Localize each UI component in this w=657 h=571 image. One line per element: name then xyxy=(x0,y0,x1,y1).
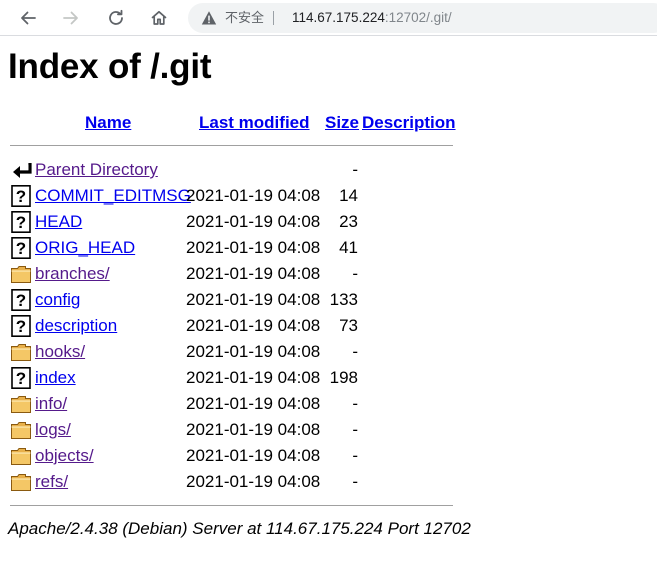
entry-link[interactable]: HEAD xyxy=(35,211,82,233)
list-item: ? config 2021-01-19 04:08 133 xyxy=(10,286,470,312)
home-icon xyxy=(151,10,167,25)
sort-by-size-link[interactable]: Size xyxy=(325,112,359,134)
sort-by-description-link[interactable]: Description xyxy=(362,112,456,134)
last-modified: 2021-01-19 04:08 xyxy=(186,316,321,335)
entry-link[interactable]: info/ xyxy=(35,393,67,415)
folder-icon[interactable] xyxy=(10,419,32,441)
divider xyxy=(273,11,274,25)
list-item: ? index 2021-01-19 04:08 198 xyxy=(10,364,470,390)
entry-link[interactable]: ORIG_HEAD xyxy=(35,237,135,259)
list-item: branches/2021-01-19 04:08 - xyxy=(10,260,470,286)
last-modified: 2021-01-19 04:08 xyxy=(186,264,321,283)
address-bar[interactable]: 不安全 114.67.175.224:12702/.git/ xyxy=(188,3,657,33)
sort-by-name-link[interactable]: Name xyxy=(85,112,131,134)
entry-link[interactable]: hooks/ xyxy=(35,341,85,363)
file-size: 14 xyxy=(339,186,358,205)
unknown-file-icon[interactable]: ? xyxy=(10,315,32,337)
svg-text:?: ? xyxy=(16,291,26,310)
file-size: 23 xyxy=(339,212,358,231)
folder-icon[interactable] xyxy=(10,393,32,415)
entry-link[interactable]: description xyxy=(35,315,117,337)
reload-button[interactable] xyxy=(102,4,130,32)
file-size: - xyxy=(352,342,358,361)
folder-icon[interactable] xyxy=(10,341,32,363)
entry-link[interactable]: Parent Directory xyxy=(35,159,158,181)
entry-link[interactable]: config xyxy=(35,289,80,311)
entry-link[interactable]: logs/ xyxy=(35,419,71,441)
last-modified: 2021-01-19 04:08 xyxy=(186,368,321,387)
entry-link[interactable]: index xyxy=(35,367,76,389)
entry-link[interactable]: objects/ xyxy=(35,445,94,467)
unknown-file-icon[interactable]: ? xyxy=(10,185,32,207)
svg-text:?: ? xyxy=(16,239,26,258)
svg-text:?: ? xyxy=(16,213,26,232)
unknown-file-icon[interactable]: ? xyxy=(10,211,32,233)
folder-icon[interactable] xyxy=(10,445,32,467)
svg-text:?: ? xyxy=(16,369,26,388)
divider xyxy=(10,145,453,146)
last-modified: 2021-01-19 04:08 xyxy=(186,420,321,439)
security-status[interactable]: 不安全 xyxy=(225,9,264,27)
sort-by-last-modified-link[interactable]: Last modified xyxy=(199,112,310,134)
url-host: 114.67.175.224 xyxy=(292,10,385,25)
arrow-right-icon xyxy=(63,11,78,25)
divider xyxy=(10,505,453,506)
url-path: :12702/.git/ xyxy=(384,10,452,25)
last-modified: 2021-01-19 04:08 xyxy=(186,290,321,309)
file-size: 198 xyxy=(329,368,358,387)
last-modified: 2021-01-19 04:08 xyxy=(186,342,321,361)
list-item: info/2021-01-19 04:08 - xyxy=(10,390,470,416)
file-size: - xyxy=(352,472,358,491)
svg-text:?: ? xyxy=(16,187,26,206)
arrow-left-icon xyxy=(21,11,36,25)
list-item: ? description 2021-01-19 04:08 73 xyxy=(10,312,470,338)
last-modified: 2021-01-19 04:08 xyxy=(186,238,321,257)
file-size: 133 xyxy=(329,290,358,309)
home-button[interactable] xyxy=(145,4,173,32)
forward-button[interactable] xyxy=(57,4,85,32)
last-modified: 2021-01-19 04:08 xyxy=(186,472,321,491)
file-size: 73 xyxy=(339,316,358,335)
list-item: refs/2021-01-19 04:08 - xyxy=(10,468,470,494)
folder-icon[interactable] xyxy=(10,263,32,285)
list-item: ? ORIG_HEAD 2021-01-19 04:08 41 xyxy=(10,234,470,260)
unknown-file-icon[interactable]: ? xyxy=(10,237,32,259)
file-size: 41 xyxy=(339,238,358,257)
last-modified: 2021-01-19 04:08 xyxy=(186,212,321,231)
list-item: ? COMMIT_EDITMSG 2021-01-19 04:08 14 xyxy=(10,182,470,208)
file-size: - xyxy=(352,160,358,179)
file-size: - xyxy=(352,446,358,465)
file-size: - xyxy=(352,420,358,439)
list-item: hooks/2021-01-19 04:08 - xyxy=(10,338,470,364)
file-size: - xyxy=(352,264,358,283)
list-item: logs/2021-01-19 04:08 - xyxy=(10,416,470,442)
folder-icon[interactable] xyxy=(10,471,32,493)
list-item: ? HEAD 2021-01-19 04:08 23 xyxy=(10,208,470,234)
entry-link[interactable]: branches/ xyxy=(35,263,110,285)
unknown-file-icon[interactable]: ? xyxy=(10,367,32,389)
svg-text:?: ? xyxy=(16,317,26,336)
last-modified: 2021-01-19 04:08 xyxy=(186,394,321,413)
last-modified: 2021-01-19 04:08 xyxy=(186,186,321,205)
entry-link[interactable]: COMMIT_EDITMSG xyxy=(35,185,191,207)
file-size: - xyxy=(352,394,358,413)
list-item: Parent Directory - xyxy=(10,156,470,182)
browser-toolbar: 不安全 114.67.175.224:12702/.git/ xyxy=(0,0,657,36)
url-text[interactable]: 114.67.175.224:12702/.git/ xyxy=(292,9,452,27)
page-title: Index of /.git xyxy=(8,47,212,86)
back-icon[interactable] xyxy=(10,159,32,181)
reload-icon xyxy=(109,9,123,25)
list-item: objects/2021-01-19 04:08 - xyxy=(10,442,470,468)
back-button[interactable] xyxy=(14,4,42,32)
last-modified: 2021-01-19 04:08 xyxy=(186,446,321,465)
server-signature: Apache/2.4.38 (Debian) Server at 114.67.… xyxy=(8,519,471,538)
warning-icon[interactable] xyxy=(201,10,217,26)
unknown-file-icon[interactable]: ? xyxy=(10,289,32,311)
entry-link[interactable]: refs/ xyxy=(35,471,68,493)
